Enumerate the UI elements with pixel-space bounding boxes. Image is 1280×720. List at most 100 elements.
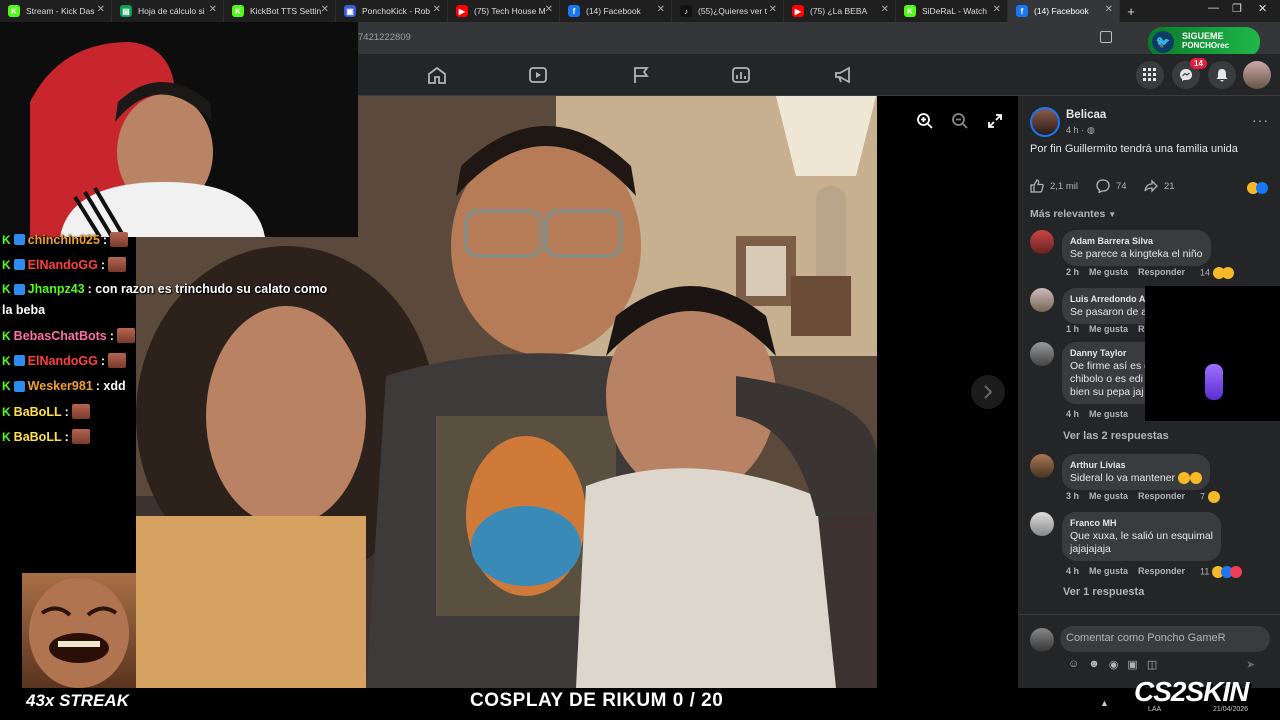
comment-actions: 4 h Me gusta Responder <box>1066 566 1185 576</box>
like-link[interactable]: Me gusta <box>1089 409 1128 419</box>
chat-message: K BaBoLL: <box>2 404 90 419</box>
browser-tab[interactable]: f (14) Facebook ✕ <box>560 0 672 22</box>
like-link[interactable]: Me gusta <box>1089 491 1128 501</box>
gif-icon[interactable]: ▣ <box>1127 658 1137 671</box>
tab-close-icon[interactable]: ✕ <box>657 4 665 15</box>
taskbar-date[interactable]: 21/04/2026 <box>1213 706 1248 713</box>
flag-icon[interactable] <box>631 66 651 84</box>
maximize-icon[interactable]: ❐ <box>1232 2 1242 15</box>
chat-username[interactable]: chinchin025 <box>28 233 100 247</box>
comment-icon[interactable] <box>1096 179 1110 193</box>
browser-tab[interactable]: K KickBot TTS Settin ✕ <box>224 0 336 22</box>
chat-emote-icon <box>108 353 126 368</box>
like-link[interactable]: Me gusta <box>1089 324 1128 334</box>
reaction-count: 11 <box>1200 566 1210 577</box>
tab-close-icon[interactable]: ✕ <box>1105 4 1113 15</box>
comment-input[interactable]: Comentar como Poncho GameR <box>1060 626 1270 652</box>
author-avatar[interactable] <box>1030 107 1060 137</box>
chat-username[interactable]: BaBoLL <box>14 430 62 444</box>
reply-link[interactable]: Responder <box>1138 491 1185 501</box>
bell-icon[interactable] <box>1208 61 1236 89</box>
chat-username[interactable]: ElNandoGG <box>28 354 98 368</box>
browser-tab[interactable]: ▶ (75) Tech House M ✕ <box>448 0 560 22</box>
commenter-name[interactable]: Adam Barrera Silva <box>1070 235 1203 248</box>
chat-text: : xdd <box>95 379 126 393</box>
next-photo-button[interactable] <box>971 375 1005 409</box>
commenter-name[interactable]: Franco MH <box>1070 517 1213 530</box>
avatar-sticker-icon[interactable]: ☺ <box>1068 658 1079 671</box>
comment-time[interactable]: 4 h <box>1066 409 1079 419</box>
reply-link[interactable]: R <box>1138 324 1145 334</box>
tab-close-icon[interactable]: ✕ <box>209 4 217 15</box>
browser-tab[interactable]: f (14) Facebook ✕ <box>1008 0 1120 22</box>
megaphone-icon[interactable] <box>833 66 853 84</box>
commenter-avatar[interactable] <box>1030 512 1054 536</box>
comment-reactions[interactable]: 14 <box>1200 267 1234 279</box>
comment-reactions[interactable]: 7 <box>1200 491 1220 503</box>
comment-reactions[interactable]: 11 <box>1200 566 1242 578</box>
commenter-name[interactable]: Arthur Livias <box>1070 459 1202 472</box>
like-link[interactable]: Me gusta <box>1089 566 1128 576</box>
like-link[interactable]: Me gusta <box>1089 267 1128 277</box>
new-tab-button[interactable]: + <box>1120 0 1142 22</box>
chat-username[interactable]: BaBoLL <box>14 405 62 419</box>
comment-time[interactable]: 2 h <box>1066 267 1079 277</box>
like-icon[interactable] <box>1030 179 1044 193</box>
chat-username[interactable]: BebasChatBots <box>14 329 107 343</box>
tab-close-icon[interactable]: ✕ <box>881 4 889 15</box>
tab-close-icon[interactable]: ✕ <box>321 4 329 15</box>
tab-close-icon[interactable]: ✕ <box>993 4 1001 15</box>
send-icon[interactable]: ➤ <box>1246 658 1255 671</box>
browser-tab[interactable]: ▣ PonchoKick - Rob ✕ <box>336 0 448 22</box>
gaming-icon[interactable] <box>731 66 751 84</box>
post-time[interactable]: 4 h · <box>1066 125 1084 135</box>
comment-time[interactable]: 4 h <box>1066 566 1079 576</box>
comment-actions: 3 h Me gusta Responder <box>1066 491 1185 501</box>
sticker-icon[interactable]: ◫ <box>1147 658 1157 671</box>
chat-username[interactable]: ElNandoGG <box>28 258 98 272</box>
commenter-avatar[interactable] <box>1030 342 1054 366</box>
browser-tab[interactable]: K SiDeRaL - Watch ✕ <box>896 0 1008 22</box>
tab-title: (14) Facebook <box>586 6 641 16</box>
tab-close-icon[interactable]: ✕ <box>97 4 105 15</box>
reply-link[interactable]: Responder <box>1138 267 1185 277</box>
tab-close-icon[interactable]: ✕ <box>545 4 553 15</box>
fullscreen-icon[interactable] <box>987 113 1003 129</box>
home-icon[interactable] <box>427 66 447 84</box>
browser-tab[interactable]: ▶ (75) ¿La BEBA ✕ <box>784 0 896 22</box>
comment-filter-dropdown[interactable]: Más relevantes ▼ <box>1030 208 1116 220</box>
url-text[interactable]: 7421222809 <box>358 32 411 43</box>
close-window-icon[interactable]: ✕ <box>1258 2 1267 15</box>
profile-avatar[interactable] <box>1243 61 1271 89</box>
comment-time[interactable]: 3 h <box>1066 491 1079 501</box>
tab-close-icon[interactable]: ✕ <box>769 4 777 15</box>
chat-username[interactable]: Jhanpz43 <box>28 282 85 296</box>
minimize-icon[interactable]: — <box>1208 2 1219 14</box>
commenter-avatar[interactable] <box>1030 454 1054 478</box>
browser-tab[interactable]: ♪ (55)¿Quieres ver t ✕ <box>672 0 784 22</box>
reply-link[interactable]: Responder <box>1138 566 1185 576</box>
view-replies-link[interactable]: Ver 1 respuesta <box>1063 586 1144 598</box>
camera-icon[interactable]: ◉ <box>1109 658 1119 671</box>
screen-share-icon[interactable] <box>1100 31 1112 43</box>
browser-tab[interactable]: ▤ Hoja de cálculo si ✕ <box>112 0 224 22</box>
video-icon[interactable] <box>528 66 548 84</box>
tray-chevron-icon[interactable]: ▲ <box>1100 698 1109 708</box>
zoom-in-icon[interactable] <box>916 112 934 130</box>
commenter-avatar[interactable] <box>1030 230 1054 254</box>
post-text: Por fin Guillermito tendrá una familia u… <box>1030 143 1238 155</box>
browser-tab[interactable]: K Stream - Kick Das ✕ <box>0 0 112 22</box>
share-icon[interactable] <box>1144 179 1158 193</box>
language-indicator[interactable]: LAA <box>1148 706 1161 713</box>
post-author[interactable]: Belicaa <box>1066 109 1106 121</box>
emoji-icon[interactable]: ☻ <box>1088 658 1100 671</box>
commenter-avatar[interactable] <box>1030 288 1054 312</box>
my-avatar[interactable] <box>1030 628 1054 652</box>
comment-time[interactable]: 1 h <box>1066 324 1079 334</box>
chat-username[interactable]: Wesker981 <box>28 379 93 393</box>
menu-grid-icon[interactable] <box>1136 61 1164 89</box>
tab-close-icon[interactable]: ✕ <box>433 4 441 15</box>
zoom-out-icon[interactable] <box>951 112 969 130</box>
view-replies-link[interactable]: Ver las 2 respuestas <box>1063 430 1169 442</box>
more-options-icon[interactable]: ··· <box>1252 112 1269 128</box>
